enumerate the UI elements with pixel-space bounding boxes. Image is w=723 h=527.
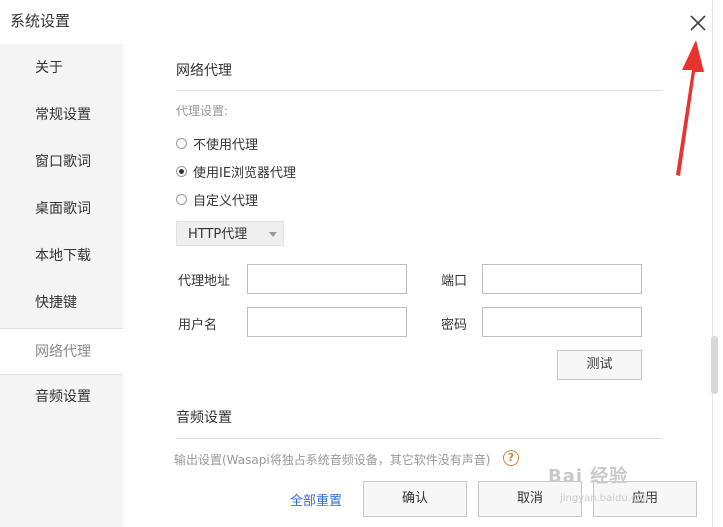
sidebar-item-shortcuts[interactable]: 快捷键 xyxy=(0,280,123,326)
settings-sidebar: 关于 常规设置 窗口歌词 桌面歌词 本地下载 快捷键 网络代理 音频设置 xyxy=(0,44,123,527)
help-icon[interactable]: ? xyxy=(503,450,519,466)
baidu-watermark-url: jingyan.baidu.com xyxy=(560,493,653,504)
reset-all-link[interactable]: 全部重置 xyxy=(290,490,342,509)
title-bar xyxy=(0,0,712,44)
sidebar-item-network-proxy[interactable]: 网络代理 xyxy=(0,328,123,375)
audio-divider xyxy=(176,438,662,439)
window-edge xyxy=(712,0,713,527)
radio-custom-proxy-label: 自定义代理 xyxy=(193,194,259,209)
radio-ie-proxy-label: 使用IE浏览器代理 xyxy=(193,166,297,181)
radio-ie-proxy[interactable]: 使用IE浏览器代理 xyxy=(176,162,296,181)
radio-ie-proxy-circle[interactable] xyxy=(176,166,187,177)
radio-custom-proxy[interactable]: 自定义代理 xyxy=(176,190,258,209)
password-input[interactable] xyxy=(482,307,642,337)
sidebar-item-audio-settings[interactable]: 音频设置 xyxy=(0,374,123,420)
audio-section-title: 音频设置 xyxy=(176,410,232,426)
proxy-type-value: HTTP代理 xyxy=(188,227,248,242)
password-label: 密码 xyxy=(441,318,468,333)
audio-output-hint: 输出设置(Wasapi将独占系统音频设备，其它软件没有声音) xyxy=(174,453,491,467)
proxy-address-input[interactable] xyxy=(247,264,407,294)
window-title: 系统设置 xyxy=(10,12,71,30)
radio-custom-proxy-circle[interactable] xyxy=(176,194,187,205)
proxy-divider xyxy=(176,90,662,91)
scrollbar-thumb[interactable] xyxy=(711,336,718,394)
annotation-arrow-icon xyxy=(676,40,704,176)
radio-no-proxy-label: 不使用代理 xyxy=(193,138,259,153)
chevron-down-icon xyxy=(269,232,277,237)
confirm-button[interactable]: 确认 xyxy=(363,481,467,517)
sidebar-item-desktop-lyrics[interactable]: 桌面歌词 xyxy=(0,186,123,232)
sidebar-item-about[interactable]: 关于 xyxy=(0,45,123,91)
proxy-type-select[interactable]: HTTP代理 xyxy=(176,221,284,246)
sidebar-item-general[interactable]: 常规设置 xyxy=(0,92,123,138)
sidebar-item-window-lyrics[interactable]: 窗口歌词 xyxy=(0,139,123,185)
proxy-section-title: 网络代理 xyxy=(176,63,232,79)
username-input[interactable] xyxy=(247,307,407,337)
radio-no-proxy[interactable]: 不使用代理 xyxy=(176,134,258,153)
sidebar-item-local-download[interactable]: 本地下载 xyxy=(0,233,123,279)
port-input[interactable] xyxy=(482,264,642,294)
proxy-settings-hint: 代理设置: xyxy=(176,104,229,118)
username-label: 用户名 xyxy=(178,318,218,333)
baidu-watermark: Bai 经验 xyxy=(548,466,629,487)
port-label: 端口 xyxy=(441,274,468,289)
proxy-address-label: 代理地址 xyxy=(178,274,231,289)
radio-no-proxy-circle[interactable] xyxy=(176,138,187,149)
test-button[interactable]: 测试 xyxy=(557,350,642,380)
